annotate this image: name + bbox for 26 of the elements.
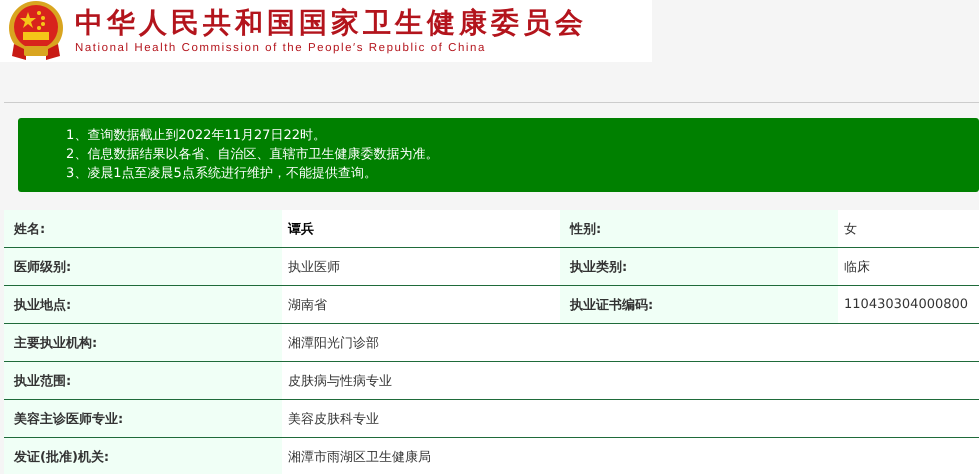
notice-text: 2、信息数据结果以各省、自治区、直辖市卫生健康委数据为准。 [66, 146, 440, 164]
field-value: 湘潭阳光门诊部 [282, 324, 979, 361]
field-value: 谭兵 [282, 210, 560, 247]
field-label: 执业类别: [560, 248, 838, 285]
field-label: 主要执业机构: [4, 324, 282, 361]
site-title: 中华人民共和国国家卫生健康委员会 [75, 6, 587, 40]
field-label: 姓名: [4, 210, 282, 247]
field-value: 临床 [838, 248, 979, 285]
field-value: 110430304000800 [838, 286, 979, 323]
emblem-icon [6, 0, 66, 62]
field-label: 医师级别: [4, 248, 282, 285]
field-value: 湘潭市雨湖区卫生健康局 [282, 438, 979, 474]
field-label: 性别: [560, 210, 838, 247]
site-subtitle: National Health Commission of the People′s Republic of China [75, 41, 487, 56]
field-label: 执业地点: [4, 286, 282, 323]
field-value: 女 [838, 210, 979, 247]
notice-text: 1、查询数据截止到2022年11月27日22时。 [66, 127, 327, 145]
field-label: 美容主诊医师专业: [4, 400, 282, 437]
field-value: 湖南省 [282, 286, 560, 323]
field-value: 执业医师 [282, 248, 560, 285]
field-label: 执业范围: [4, 362, 282, 399]
field-value: 美容皮肤科专业 [282, 400, 979, 437]
field-label: 发证(批准)机关: [4, 438, 282, 474]
field-label: 执业证书编码: [560, 286, 838, 323]
notice-text: 3、凌晨1点至凌晨5点系统进行维护，不能提供查询。 [66, 165, 378, 183]
field-value: 皮肤病与性病专业 [282, 362, 979, 399]
